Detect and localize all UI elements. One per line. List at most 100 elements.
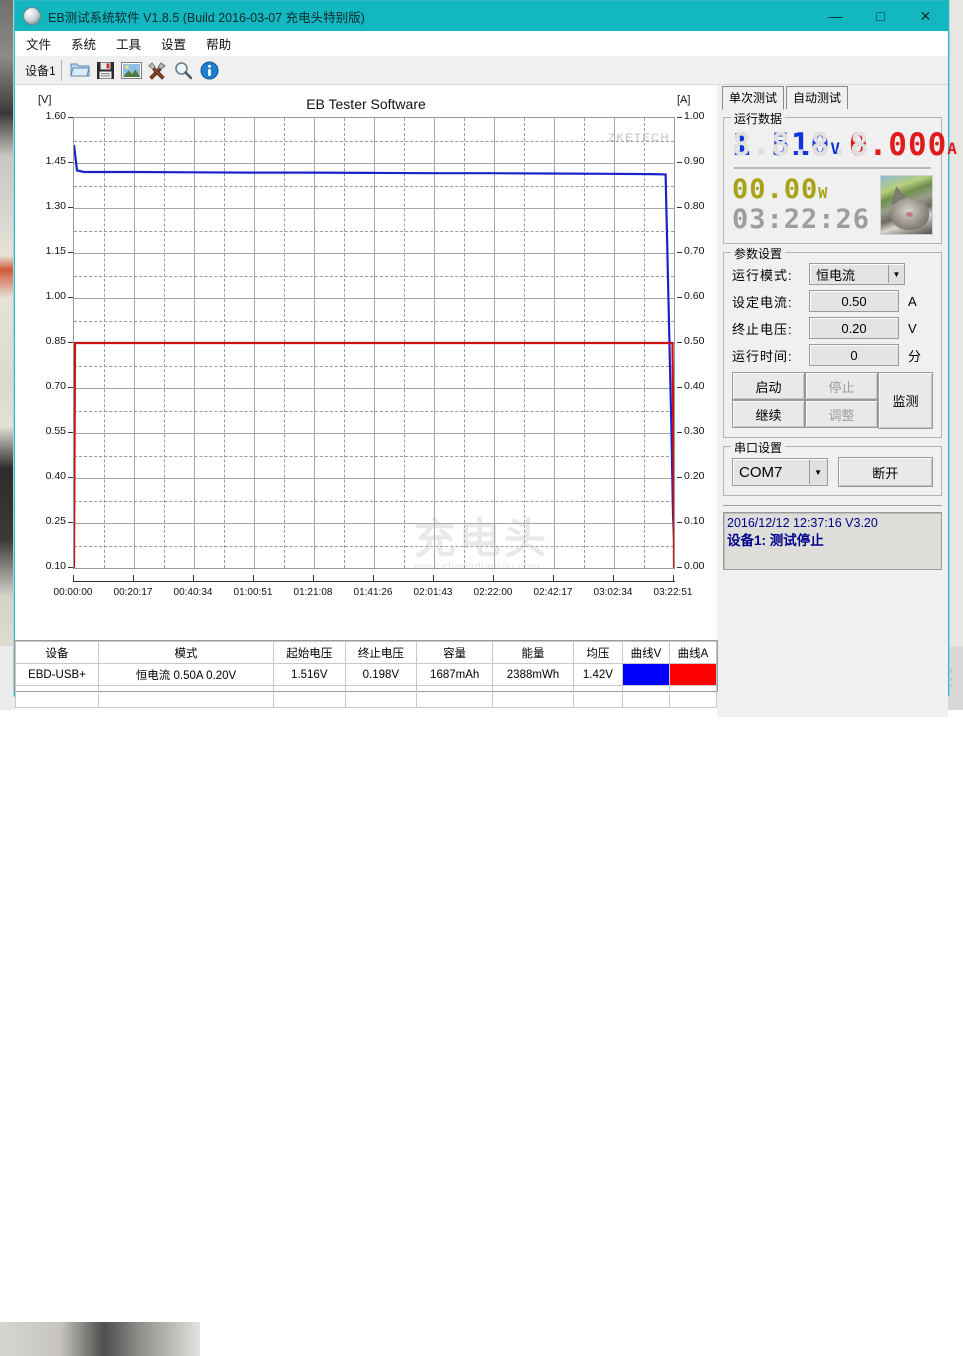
table-cell: 0.198V — [345, 664, 417, 686]
curve-a-swatch — [670, 664, 717, 686]
x-tick-mark — [253, 575, 254, 581]
x-tick-mark — [313, 575, 314, 581]
status-log[interactable]: 2016/12/12 12:37:16 V3.20 设备1: 测试停止 — [723, 512, 942, 570]
curve-v-swatch — [623, 664, 670, 686]
y2-tick-mark — [677, 432, 682, 433]
stop-button[interactable]: 停止 — [805, 372, 878, 400]
tools-icon[interactable] — [146, 58, 170, 82]
log-line-timestamp: 2016/12/12 12:37:16 V3.20 — [727, 515, 938, 531]
x-tick-label: 00:40:34 — [163, 587, 223, 598]
app-icon — [23, 7, 41, 25]
y2-tick-mark — [677, 477, 682, 478]
cutoff-voltage-input[interactable]: 0.20 — [809, 317, 899, 339]
close-button[interactable]: ✕ — [903, 1, 948, 31]
disconnect-button[interactable]: 断开 — [838, 457, 933, 487]
application-window: EB测试系统软件 V1.8.5 (Build 2016-03-07 充电头特别版… — [14, 0, 949, 696]
com-port-select[interactable]: COM7 ▼ — [732, 458, 828, 486]
y-tick-label: 1.60 — [26, 110, 66, 122]
y-tick-mark — [68, 297, 73, 298]
y-tick-mark — [68, 207, 73, 208]
x-tick-mark — [133, 575, 134, 581]
y-tick-label: 1.45 — [26, 155, 66, 167]
curve-current — [74, 343, 674, 568]
plot-area[interactable]: ZKETECH 充电头 www.chongdiantou.com — [73, 117, 675, 569]
x-tick-label: 02:22:00 — [463, 587, 523, 598]
x-tick-label: 03:02:34 — [583, 587, 643, 598]
run-mode-select[interactable]: 恒电流 ▼ — [809, 263, 905, 285]
run-time-input[interactable]: 0 — [809, 344, 899, 366]
set-current-input[interactable]: 0.50 — [809, 290, 899, 312]
title-bar: EB测试系统软件 V1.8.5 (Build 2016-03-07 充电头特别版… — [15, 1, 948, 31]
start-button[interactable]: 启动 — [732, 372, 805, 400]
menu-item-help[interactable]: 帮助 — [206, 34, 231, 53]
continue-button[interactable]: 继续 — [732, 400, 805, 428]
chevron-down-icon[interactable]: ▼ — [809, 460, 827, 484]
menu-item-tools[interactable]: 工具 — [116, 34, 141, 53]
monitor-button[interactable]: 监测 — [878, 372, 933, 429]
maximize-button[interactable]: □ — [858, 1, 903, 31]
folder-open-icon[interactable] — [68, 58, 92, 82]
table-cell-empty — [573, 686, 622, 708]
set-current-unit: A — [908, 294, 917, 309]
adjust-button[interactable]: 调整 — [805, 400, 878, 428]
device-tab-1[interactable]: 设备1 — [23, 60, 62, 81]
table-row[interactable]: EBD-USB+恒电流 0.50A 0.20V1.516V0.198V1687m… — [16, 664, 717, 686]
table-cell-empty — [670, 686, 717, 708]
y-tick-mark — [68, 162, 73, 163]
serial-settings-group: 串口设置 COM7 ▼ 断开 — [723, 446, 942, 496]
menu-item-system[interactable]: 系统 — [71, 34, 96, 53]
run-time-unit: 分 — [908, 346, 921, 365]
x-tick-mark — [373, 575, 374, 581]
table-cell-empty — [623, 686, 670, 708]
x-tick-label: 02:01:43 — [403, 587, 463, 598]
row-run-time: 运行时间: 0 分 — [732, 344, 933, 366]
table-header-cell: 曲线A — [670, 642, 717, 664]
chevron-down-icon[interactable]: ▼ — [888, 265, 904, 283]
x-tick-mark — [673, 575, 674, 581]
y-tick-mark — [68, 477, 73, 478]
background-page-strip — [0, 0, 14, 710]
x-tick-mark — [193, 575, 194, 581]
table-header-cell: 能量 — [493, 642, 574, 664]
log-line-status: 设备1: 测试停止 — [727, 531, 938, 550]
save-icon[interactable] — [94, 58, 118, 82]
x-tick-label: 01:41:26 — [343, 587, 403, 598]
x-tick-label: 01:21:08 — [283, 587, 343, 598]
table-header-cell: 模式 — [99, 642, 274, 664]
y2-tick-mark — [677, 162, 682, 163]
table-cell-empty — [16, 686, 99, 708]
table-row-empty — [16, 686, 717, 708]
toolbar: 设备1 — [15, 56, 948, 85]
y-tick-label: 0.25 — [26, 515, 66, 527]
table-cell: 1687mAh — [417, 664, 493, 686]
search-icon[interactable] — [172, 58, 196, 82]
image-icon[interactable] — [120, 58, 144, 82]
tab-auto-test[interactable]: 自动测试 — [786, 86, 848, 109]
y2-tick-mark — [677, 387, 682, 388]
table-header-row: 设备模式起始电压终止电压容量能量均压曲线V曲线A — [16, 642, 717, 664]
menu-item-file[interactable]: 文件 — [26, 34, 51, 53]
table-cell-empty — [274, 686, 346, 708]
x-tick-label: 02:42:17 — [523, 587, 583, 598]
y2-tick-mark — [677, 297, 682, 298]
y-tick-label: 0.55 — [26, 425, 66, 437]
summary-table: 设备模式起始电压终止电压容量能量均压曲线V曲线A EBD-USB+恒电流 0.5… — [15, 641, 717, 708]
y-tick-mark — [68, 252, 73, 253]
x-tick-label: 01:00:51 — [223, 587, 283, 598]
x-tick-mark — [553, 575, 554, 581]
parameter-settings-group: 参数设置 运行模式: 恒电流 ▼ 设定电流: 0.50 A 终止电压: 0.20 — [723, 252, 942, 438]
run-mode-value: 恒电流 — [816, 265, 855, 284]
tab-single-test[interactable]: 单次测试 — [722, 86, 784, 110]
y-tick-label: 0.10 — [26, 560, 66, 572]
row-set-current: 设定电流: 0.50 A — [732, 290, 933, 312]
parameter-settings-caption: 参数设置 — [731, 245, 785, 262]
y-tick-label: 0.85 — [26, 335, 66, 347]
minimize-button[interactable]: — — [813, 1, 858, 31]
menu-item-settings[interactable]: 设置 — [161, 34, 186, 53]
table-cell-empty — [493, 686, 574, 708]
info-icon[interactable] — [198, 58, 222, 82]
x-tick-label: 00:00:00 — [43, 587, 103, 598]
y-tick-mark — [68, 342, 73, 343]
run-data-caption: 运行数据 — [731, 110, 785, 127]
y2-tick-mark — [677, 567, 682, 568]
